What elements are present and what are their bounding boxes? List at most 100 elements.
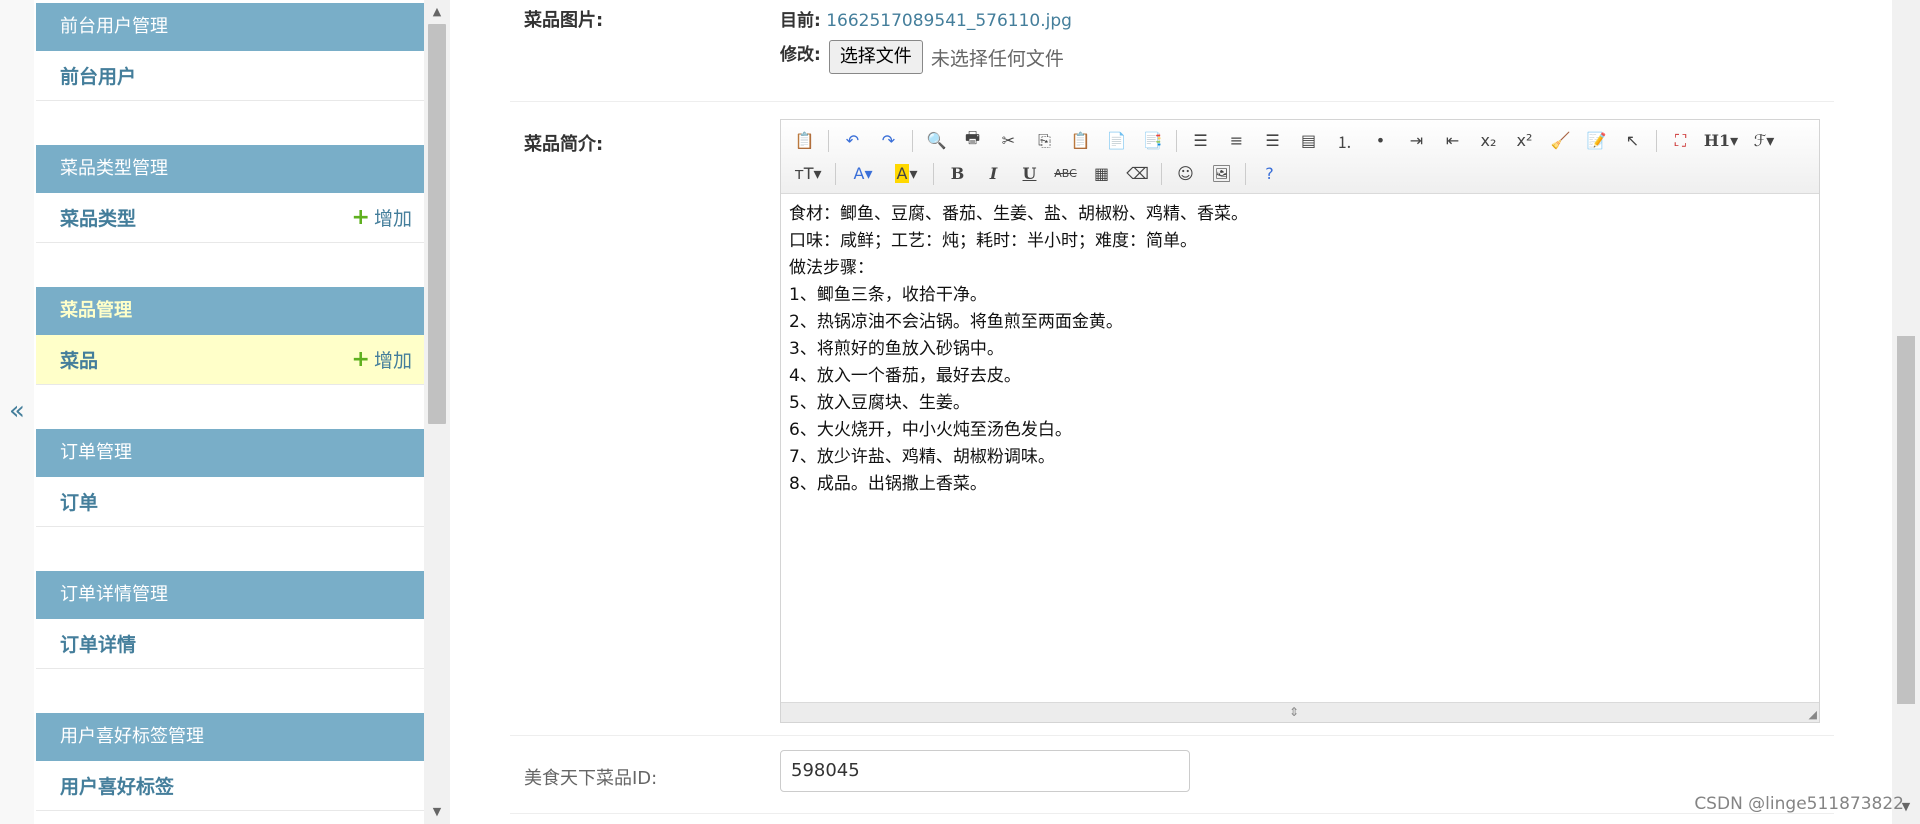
toolbar-separator	[828, 129, 829, 152]
module-caption-active[interactable]: 菜品管理	[36, 287, 424, 335]
image-icon[interactable]: 🖼	[1206, 159, 1237, 188]
help-icon[interactable]: ?	[1254, 159, 1285, 188]
collapse-sidebar-toggle[interactable]: «	[6, 396, 28, 426]
current-file-link[interactable]: 1662517089541_576110.jpg	[826, 11, 1072, 31]
editor-resize-handle-icon[interactable]: ⇕	[1289, 705, 1299, 719]
sidebar-nav: 前台用户管理 前台用户 菜品类型管理 菜品类型 + 增加 菜品管理 菜品 + 增…	[36, 0, 424, 824]
module-dish-types: 菜品类型管理 菜品类型 + 增加	[36, 145, 424, 243]
paste-text-icon[interactable]: 📄	[1101, 126, 1132, 155]
sidebar-item-dish-types[interactable]: 菜品类型	[60, 204, 136, 231]
module-row-dish-types: 菜品类型 + 增加	[36, 193, 424, 243]
choose-file-button[interactable]: 选择文件	[828, 40, 923, 74]
underline-icon[interactable]: U	[1014, 159, 1045, 188]
font-family-icon[interactable]: ℱ▾	[1746, 126, 1782, 155]
module-row-frontend-users: 前台用户	[36, 51, 424, 101]
content-line: 做法步骤：	[789, 258, 874, 278]
align-justify-icon[interactable]: ▤	[1293, 126, 1324, 155]
module-row-dishes: 菜品 + 增加	[36, 335, 424, 385]
sidebar-item-user-preference-tags[interactable]: 用户喜好标签	[60, 772, 174, 799]
content-line: 4、放入一个番茄，最好去皮。	[789, 366, 1021, 386]
module-caption[interactable]: 订单管理	[36, 429, 424, 477]
change-form: 菜品图片: 目前: 1662517089541_576110.jpg 修改: 选…	[452, 0, 1892, 824]
content-line: 3、将煎好的鱼放入砂锅中。	[789, 339, 1004, 359]
line-height-icon[interactable]: ▦	[1086, 159, 1117, 188]
toolbar-separator	[912, 129, 913, 152]
module-caption[interactable]: 订单详情管理	[36, 571, 424, 619]
toolbar-separator	[1245, 162, 1246, 185]
heading-dropdown[interactable]: H1 ▾	[1701, 126, 1741, 155]
strikethrough-icon[interactable]: ABC	[1050, 159, 1081, 188]
module-caption[interactable]: 前台用户管理	[36, 3, 424, 51]
align-center-icon[interactable]: ≡	[1221, 126, 1252, 155]
sidebar-item-frontend-users[interactable]: 前台用户	[60, 62, 136, 89]
font-size-icon[interactable]: ᴛT▾	[789, 159, 827, 188]
content-line: 食材：鲫鱼、豆腐、番茄、生姜、盐、胡椒粉、鸡精、香菜。	[789, 204, 1248, 224]
content-line: 7、放少许盐、鸡精、胡椒粉调味。	[789, 447, 1055, 467]
align-right-icon[interactable]: ☰	[1257, 126, 1288, 155]
module-caption[interactable]: 用户喜好标签管理	[36, 713, 424, 761]
paste-word-icon[interactable]: 📑	[1137, 126, 1168, 155]
form-row-image: 菜品图片: 目前: 1662517089541_576110.jpg 修改: 选…	[510, 0, 1834, 102]
add-dish-link[interactable]: + 增加	[352, 346, 412, 373]
superscript-icon[interactable]: x²	[1509, 126, 1540, 155]
page-scrollbar[interactable]: ▼	[1892, 0, 1920, 824]
paste-icon[interactable]: 📋	[1065, 126, 1096, 155]
eraser-icon[interactable]: ⌫	[1122, 159, 1153, 188]
preview-icon[interactable]: 🔍	[921, 126, 952, 155]
external-id-input[interactable]: 598045	[780, 750, 1190, 792]
add-dish-type-link[interactable]: + 增加	[352, 204, 412, 231]
unordered-list-icon[interactable]: •	[1365, 126, 1396, 155]
toolbar-separator	[835, 162, 836, 185]
change-file-label: 修改:	[780, 44, 821, 65]
emoticon-icon[interactable]: ☺	[1170, 159, 1201, 188]
highlight-color-icon[interactable]: A ▾	[887, 159, 925, 188]
toolbar-separator	[933, 162, 934, 185]
content-line: 口味：咸鲜；工艺：炖；耗时：半小时；难度：简单。	[789, 231, 1197, 251]
sidebar-scroll-thumb[interactable]	[428, 24, 446, 424]
add-label: 增加	[373, 208, 412, 230]
outdent-icon[interactable]: ⇤	[1437, 126, 1468, 155]
editor-content[interactable]: 食材：鲫鱼、豆腐、番茄、生姜、盐、胡椒粉、鸡精、香菜。 口味：咸鲜；工艺：炖；耗…	[781, 195, 1819, 701]
select-all-icon[interactable]: ↖	[1617, 126, 1648, 155]
image-field-label: 菜品图片:	[524, 10, 604, 31]
undo-icon[interactable]: ↶	[837, 126, 868, 155]
copy-icon[interactable]: ⎘	[1029, 126, 1060, 155]
editor-toolbar: 📋 ↶ ↷ 🔍 🖶 ✂ ⎘ 📋 📄 📑 ☰ ≡ ☰ ▤ ⒈ • ⇥ ⇤ x₂ x…	[781, 120, 1819, 194]
content-line: 6、大火烧开，中小火炖至汤色发白。	[789, 420, 1072, 440]
fullscreen-icon[interactable]: ⛶	[1665, 126, 1696, 155]
heading-label: H1	[1703, 131, 1731, 150]
subscript-icon[interactable]: x₂	[1473, 126, 1504, 155]
source-paste-icon[interactable]: 📋	[789, 126, 820, 155]
align-left-icon[interactable]: ☰	[1185, 126, 1216, 155]
font-color-icon[interactable]: A▾	[844, 159, 882, 188]
form-row-external-id: 美食天下菜品ID: 598045	[510, 736, 1834, 814]
italic-icon[interactable]: I	[978, 159, 1009, 188]
intro-field-label: 菜品简介:	[524, 134, 604, 155]
toolbar-separator	[1656, 129, 1657, 152]
sidebar-collapse-strip: «	[0, 0, 34, 824]
scroll-up-arrow-icon[interactable]: ▲	[424, 2, 450, 22]
sidebar-item-orders[interactable]: 订单	[60, 488, 98, 515]
editor-corner-grip-icon[interactable]: ◢	[1809, 708, 1817, 721]
sidebar-scrollbar[interactable]: ▲ ▼	[424, 0, 450, 824]
indent-icon[interactable]: ⇥	[1401, 126, 1432, 155]
current-file: 目前: 1662517089541_576110.jpg	[780, 6, 1072, 31]
bold-icon[interactable]: B	[942, 159, 973, 188]
toolbar-separator	[1161, 162, 1162, 185]
module-caption[interactable]: 菜品类型管理	[36, 145, 424, 193]
print-icon[interactable]: 🖶	[957, 126, 988, 155]
plus-icon: +	[351, 346, 370, 372]
content-line: 1、鲫鱼三条，收拾干净。	[789, 285, 987, 305]
clear-format-icon[interactable]: 🧹	[1545, 126, 1576, 155]
sidebar-item-order-details[interactable]: 订单详情	[60, 630, 136, 657]
cut-icon[interactable]: ✂	[993, 126, 1024, 155]
editor-status-bar: ⇕ ◢	[781, 702, 1819, 722]
ordered-list-icon[interactable]: ⒈	[1329, 126, 1360, 155]
redo-icon[interactable]: ↷	[873, 126, 904, 155]
sidebar-item-dishes[interactable]: 菜品	[60, 346, 98, 373]
page-scroll-thumb[interactable]	[1897, 336, 1915, 704]
module-order-details: 订单详情管理 订单详情	[36, 571, 424, 669]
quick-format-icon[interactable]: 📝	[1581, 126, 1612, 155]
add-label: 增加	[373, 350, 412, 372]
scroll-down-arrow-icon[interactable]: ▼	[424, 802, 450, 822]
